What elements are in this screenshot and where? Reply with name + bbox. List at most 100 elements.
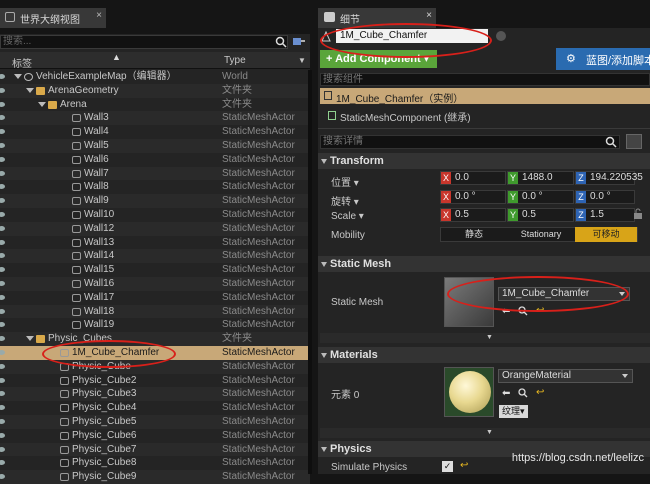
material-thumbnail[interactable] [444, 367, 494, 417]
expand-arrow-icon[interactable] [38, 101, 46, 107]
rotation-y-field[interactable]: Y 0.0 ° [507, 190, 574, 204]
tree-row[interactable]: Wall9 StaticMeshActor [0, 194, 310, 208]
tree-row[interactable]: Physic_Cube4 StaticMeshActor [0, 401, 310, 415]
tree-row[interactable]: Wall14 StaticMeshActor [0, 249, 310, 264]
lock-icon[interactable] [496, 31, 506, 41]
tree-row[interactable]: Physic_Cube5 StaticMeshActor [0, 415, 310, 429]
visibility-eye-icon[interactable] [0, 212, 5, 217]
tree-row[interactable]: Physic_Cube6 StaticMeshActor [0, 429, 310, 443]
visibility-eye-icon[interactable] [0, 336, 5, 342]
reset-to-default-icon[interactable]: ↩ [460, 460, 468, 471]
grid-view-icon[interactable] [626, 134, 642, 149]
materials-expand-bar[interactable]: ▼ [320, 428, 650, 438]
tree-row[interactable]: Wall7 StaticMeshActor [0, 166, 310, 181]
mobility-stationary-option[interactable]: Stationary [508, 227, 574, 242]
visibility-eye-icon[interactable] [0, 239, 5, 245]
scale-label[interactable]: Scale ▾ [331, 211, 364, 222]
tree-row[interactable]: Wall4 StaticMeshActor [0, 125, 310, 139]
visibility-eye-icon[interactable] [0, 446, 5, 452]
visibility-eye-icon[interactable] [0, 184, 5, 190]
visibility-eye-icon[interactable] [0, 225, 5, 231]
material-combo[interactable]: OrangeMaterial [498, 369, 633, 383]
mobility-movable-option[interactable]: 可移动 [575, 227, 637, 242]
pin-icon[interactable] [292, 36, 306, 48]
expand-arrow-icon[interactable] [14, 74, 22, 79]
static-mesh-expand-bar[interactable]: ▼ [320, 333, 650, 343]
transform-section-header[interactable]: Transform [318, 153, 650, 169]
tree-row[interactable]: Wall6 StaticMeshActor [0, 153, 310, 167]
visibility-eye-icon[interactable] [0, 253, 5, 259]
tree-row[interactable]: Physic_Cube7 StaticMeshActor [0, 442, 310, 457]
visibility-eye-icon[interactable] [0, 460, 5, 466]
mobility-static-option[interactable]: 静态 [441, 227, 507, 242]
search-icon[interactable] [275, 36, 287, 48]
search-components-input[interactable]: 搜索组件 [320, 73, 650, 86]
lock-icon[interactable] [633, 208, 643, 220]
visibility-eye-icon[interactable] [0, 474, 5, 480]
tree-row[interactable]: VehicleExampleMap（编辑器） World [0, 70, 310, 84]
column-options-icon[interactable]: ▼ [298, 56, 306, 65]
tree-row[interactable]: Physic_Cube3 StaticMeshActor [0, 387, 310, 402]
location-label[interactable]: 位置 ▾ [331, 174, 359, 189]
tree-row[interactable]: Wall15 StaticMeshActor [0, 263, 310, 277]
visibility-eye-icon[interactable] [0, 267, 5, 273]
outliner-search-input[interactable]: 搜索... [0, 35, 288, 49]
rotation-z-field[interactable]: Z 0.0 ° [575, 190, 635, 204]
outliner-scrollbar[interactable] [308, 70, 312, 474]
component-child-item[interactable]: StaticMeshComponent (继承) [326, 109, 471, 124]
scale-z-field[interactable]: Z 1.5 [575, 208, 635, 222]
tab-world-outliner[interactable]: 世界大纲视图 × [0, 8, 106, 28]
visibility-eye-icon[interactable] [0, 170, 5, 176]
rotation-x-field[interactable]: X 0.0 ° [440, 190, 506, 204]
location-z-field[interactable]: Z 194.220535 [575, 171, 643, 185]
location-x-field[interactable]: X 0.0 [440, 171, 506, 185]
tree-row[interactable]: Physic_Cube2 StaticMeshActor [0, 374, 310, 388]
tree-row[interactable]: Wall13 StaticMeshActor [0, 236, 310, 250]
visibility-eye-icon[interactable] [0, 419, 5, 424]
visibility-eye-icon[interactable] [0, 350, 5, 355]
visibility-eye-icon[interactable] [0, 143, 5, 148]
use-selected-arrow-icon[interactable]: ⬅ [502, 388, 510, 399]
close-icon[interactable]: × [96, 10, 102, 21]
visibility-eye-icon[interactable] [0, 322, 5, 328]
location-y-field[interactable]: Y 1488.0 [507, 171, 574, 185]
visibility-eye-icon[interactable] [0, 363, 5, 369]
visibility-eye-icon[interactable] [0, 432, 5, 438]
visibility-eye-icon[interactable] [0, 391, 5, 397]
expand-arrow-icon[interactable] [26, 336, 34, 342]
tree-row[interactable]: Wall16 StaticMeshActor [0, 277, 310, 291]
reset-to-default-icon[interactable]: ↩ [536, 387, 544, 398]
tree-row[interactable]: Wall10 StaticMeshActor [0, 208, 310, 222]
texture-dropdown-button[interactable]: 纹理▾ [499, 405, 528, 418]
tree-row[interactable]: Wall8 StaticMeshActor [0, 180, 310, 194]
visibility-eye-icon[interactable] [0, 115, 5, 121]
scale-y-field[interactable]: Y 0.5 [507, 208, 574, 222]
visibility-eye-icon[interactable] [0, 74, 5, 79]
visibility-eye-icon[interactable] [0, 156, 5, 162]
blueprint-add-script-button[interactable]: ⚙ 蓝图/添加脚本 [556, 48, 650, 70]
expand-arrow-icon[interactable] [26, 87, 34, 93]
tree-row[interactable]: Wall3 StaticMeshActor [0, 111, 310, 126]
visibility-eye-icon[interactable] [0, 129, 5, 135]
tree-row[interactable]: Arena 文件夹 [0, 98, 310, 112]
tree-row[interactable]: Wall17 StaticMeshActor [0, 291, 310, 305]
visibility-eye-icon[interactable] [0, 294, 5, 300]
close-icon[interactable]: × [426, 10, 432, 21]
tree-row[interactable]: Wall19 StaticMeshActor [0, 318, 310, 332]
column-label[interactable]: 标签 [12, 55, 32, 70]
rotation-label[interactable]: 旋转 ▾ [331, 193, 359, 208]
materials-section-header[interactable]: Materials [318, 347, 650, 363]
simulate-physics-checkbox[interactable]: ✓ [442, 461, 453, 472]
search-details-input[interactable]: 搜索详情 [320, 135, 620, 149]
tree-row[interactable]: ArenaGeometry 文件夹 [0, 83, 310, 98]
visibility-eye-icon[interactable] [0, 198, 5, 204]
visibility-eye-icon[interactable] [0, 281, 5, 286]
tree-row[interactable]: Physic_Cube8 StaticMeshActor [0, 456, 310, 470]
column-type[interactable]: Type [224, 55, 246, 66]
component-root-item[interactable]: 1M_Cube_Chamfer（实例） [320, 88, 650, 105]
visibility-eye-icon[interactable] [0, 308, 5, 314]
visibility-eye-icon[interactable] [0, 405, 5, 411]
tree-row[interactable]: Physic_Cube9 StaticMeshActor [0, 470, 310, 484]
tree-row[interactable]: Wall5 StaticMeshActor [0, 139, 310, 153]
static-mesh-section-header[interactable]: Static Mesh [318, 256, 650, 272]
